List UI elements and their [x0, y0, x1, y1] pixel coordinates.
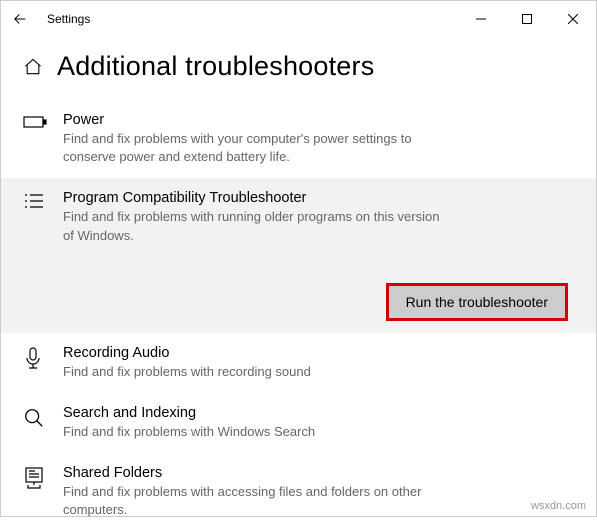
window-title: Settings: [47, 12, 90, 26]
troubleshooter-desc: Find and fix problems with running older…: [63, 208, 443, 244]
troubleshooter-desc: Find and fix problems with recording sou…: [63, 363, 311, 381]
troubleshooter-desc: Find and fix problems with your computer…: [63, 130, 443, 166]
shared-folder-icon: [23, 467, 45, 491]
page-header: Additional troubleshooters: [1, 37, 596, 100]
battery-icon: [23, 114, 47, 130]
back-button[interactable]: [9, 8, 31, 30]
troubleshooter-title: Shared Folders: [63, 465, 443, 481]
title-bar-left: Settings: [9, 8, 90, 30]
minimize-button[interactable]: [458, 3, 504, 35]
troubleshooter-title: Recording Audio: [63, 345, 311, 361]
maximize-button[interactable]: [504, 3, 550, 35]
home-icon[interactable]: [23, 57, 43, 77]
troubleshooter-power[interactable]: Power Find and fix problems with your co…: [1, 100, 596, 178]
troubleshooter-list: Power Find and fix problems with your co…: [1, 100, 596, 532]
search-icon: [23, 407, 45, 429]
troubleshooter-search-indexing[interactable]: Search and Indexing Find and fix problem…: [1, 393, 596, 453]
troubleshooter-title: Program Compatibility Troubleshooter: [63, 190, 443, 206]
troubleshooter-desc: Find and fix problems with accessing fil…: [63, 483, 443, 519]
arrow-left-icon: [11, 10, 29, 28]
minimize-icon: [476, 14, 486, 24]
microphone-icon: [23, 347, 43, 371]
close-button[interactable]: [550, 3, 596, 35]
troubleshooter-title: Search and Indexing: [63, 405, 315, 421]
run-troubleshooter-button[interactable]: Run the troubleshooter: [388, 285, 566, 319]
watermark: wsxdn.com: [531, 500, 586, 512]
title-bar: Settings: [1, 1, 596, 37]
page-title: Additional troubleshooters: [57, 51, 374, 82]
close-icon: [568, 14, 578, 24]
list-icon: [23, 192, 45, 210]
troubleshooter-title: Power: [63, 112, 443, 128]
troubleshooter-program-compat[interactable]: Program Compatibility Troubleshooter Fin…: [1, 178, 596, 332]
troubleshooter-shared-folders[interactable]: Shared Folders Find and fix problems wit…: [1, 453, 596, 531]
troubleshooter-recording-audio[interactable]: Recording Audio Find and fix problems wi…: [1, 333, 596, 393]
troubleshooter-desc: Find and fix problems with Windows Searc…: [63, 423, 315, 441]
maximize-icon: [522, 14, 532, 24]
